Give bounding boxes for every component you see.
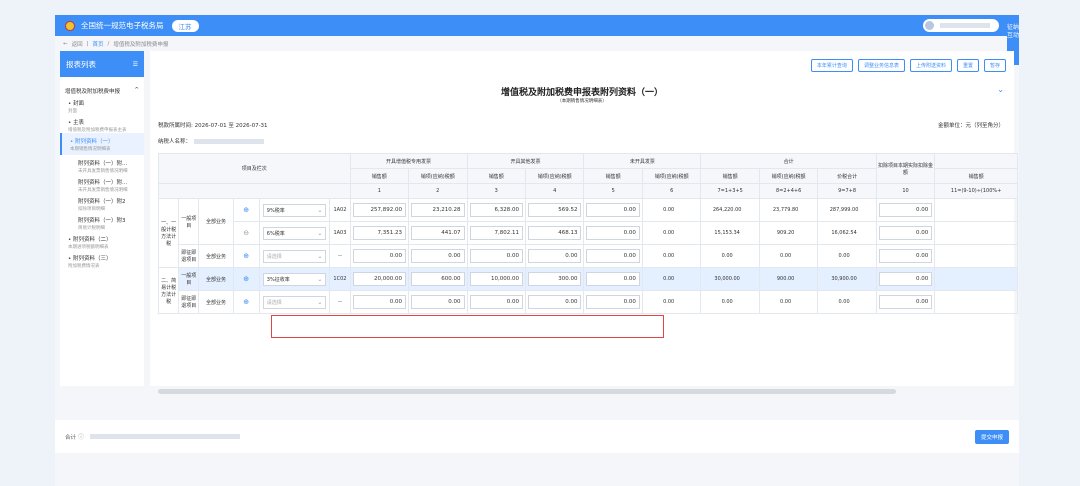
sidebar-item-main[interactable]: • 主表 增值税及附加税费申报表主表 [60,114,144,133]
item-column-header: 项目及栏次 [158,153,351,184]
reset-button[interactable]: 重置 [956,59,979,72]
table-row: 即征即退项目 全部业务 ⊕ 请选择 ⌄ -- 0.00 0.00 0.00 0.0… [159,244,1018,268]
total-label: 合计 [65,434,77,441]
back-link[interactable]: ← [63,41,68,47]
adjust-info-button[interactable]: 调整业务信息表 [857,59,905,72]
app-window: 全国统一规范电子税务局 江苏 征纳互动 ← 返回 | 首页 / 增值税及附加税费… [55,15,1019,486]
sidebar-item-schedule1-3[interactable]: 附列资料（一）附3 简易计税明细 [60,212,144,231]
breadcrumb: ← 返回 | 首页 / 增值税及附加税费申报 [63,40,169,48]
brand-title: 全国统一规范电子税务局 [81,21,164,30]
info-icon: ⓘ [78,434,85,441]
breadcrumb-home[interactable]: 首页 [92,40,103,48]
amount-input[interactable]: 0.00 [352,295,407,309]
table-row: 一、一般计税方法计税 一般项目 全部业务 ⊕ 9%税率 ⌄ 1A02 257,89… [157,198,1018,268]
deduction-input[interactable]: 0.00 [878,226,933,240]
sidebar-header: 报表列表 ☰ [60,51,144,77]
amount-input[interactable]: 441.07 [411,226,465,240]
sidebar-title: 报表列表 [66,59,96,69]
user-menu[interactable] [923,19,999,32]
amount-unit: 金额单位：元（列至角分） [937,123,1004,129]
chevron-down-icon[interactable]: ⌄ [997,85,1004,94]
add-row-icon[interactable]: ⊕ [243,206,249,214]
amount-input[interactable]: 0.00 [469,249,523,263]
form-title: 增值税及附加税费申报表附列资料（一） [500,88,663,98]
amount-input[interactable]: 0.00 [411,249,465,263]
sidebar-item-schedule1[interactable]: • 附列资料（一） 本期销售情况明细表 [60,133,144,155]
footer-bar: 合计 ⓘ 提交申报 [55,420,1019,453]
province-switch[interactable]: 江苏 [171,19,199,32]
masked-name [194,138,265,144]
total-masked [90,434,241,439]
deduction-input[interactable]: 0.00 [878,249,933,263]
tax-emblem-icon [65,20,75,31]
amount-input[interactable]: 23,210.28 [411,203,465,217]
amount-input[interactable]: 0.00 [586,295,640,309]
sidebar-item-schedule3[interactable]: • 附列资料（三） 附加税费情况表 [60,250,144,269]
avatar [925,21,934,30]
deduction-input[interactable]: 0.00 [878,203,933,217]
user-name-masked [940,23,990,28]
submit-button[interactable]: 提交申报 [974,429,1009,444]
chevron-up-icon: ^ [134,87,139,93]
add-row-icon[interactable]: ⊕ [243,275,249,283]
add-row-icon[interactable]: ⊕ [243,252,249,260]
amount-input[interactable]: 0.00 [586,203,640,217]
table-row-highlighted: 二、简易计税方法计税 一般项目 全部业务 ⊕ 3%征收率 ⌄ 1C02 20,00… [157,267,1018,314]
amount-input[interactable]: 569.52 [527,203,582,217]
back-label[interactable]: 返回 [72,40,83,48]
form-panel: 本年累计查询 调整业务信息表 上传附送资料 重置 暂存 增值税及附加税费申报表附… [150,51,1018,394]
amount-input[interactable]: 0.00 [527,295,582,309]
horizontal-scrollbar[interactable] [158,389,896,394]
tax-period: 税款所属时间: 2026-07-01 至 2026-07-31 [158,123,268,129]
rate-select[interactable]: 9%税率 ⌄ [262,203,327,217]
top-bar: 全国统一规范电子税务局 江苏 [55,15,1019,36]
annual-query-button[interactable]: 本年累计查询 [810,59,853,72]
rate-select[interactable]: 请选择 ⌄ [262,295,327,309]
form-subtitle: （本期销售情况明细表） [557,99,607,104]
amount-input[interactable]: 6,328.00 [469,203,523,217]
amount-input[interactable]: 20,000.00 [352,272,407,286]
table-row: 即征即退项目 全部业务 ⊕ 请选择 ⌄ -- 0.00 0.00 0.00 0.0… [159,290,1018,314]
save-draft-button[interactable]: 暂存 [983,59,1006,72]
rate-select[interactable]: 6%税率 ⌄ [262,226,327,240]
rate-select[interactable]: 请选择 ⌄ [262,249,327,263]
deduction-input[interactable]: 0.00 [878,272,933,286]
menu-icon[interactable]: ☰ [133,61,138,68]
taxpayer-name: 纳税人名称： [158,137,265,145]
remove-row-icon[interactable]: ⊖ [243,229,249,237]
amount-input[interactable]: 0.00 [586,249,640,263]
sidebar-item-schedule1-2[interactable]: 附列资料（一）附2 扣除项目明细 [60,193,144,212]
amount-input[interactable]: 0.00 [586,272,640,286]
report-list-sidebar: 报表列表 ☰ 增值税及附加税费申报 ^ • 封面 封面 • 主表 增值税及附加税费申报… [60,51,144,386]
highlight-box [271,315,664,338]
deduction-input[interactable]: 0.00 [878,295,933,309]
amount-input[interactable]: 468.13 [527,226,582,240]
amount-input[interactable]: 7,802.11 [469,226,523,240]
amount-input[interactable]: 0.00 [469,295,523,309]
table-row: ⊖ 6%税率 ⌄ 1A03 7,351.23 441.07 7,802.11 46… [159,221,1018,245]
amount-input[interactable]: 0.00 [352,249,407,263]
amount-input[interactable]: 7,351.23 [352,226,407,240]
add-row-icon[interactable]: ⊕ [243,298,249,306]
amount-input[interactable]: 257,892.00 [352,203,407,217]
sidebar-item-schedule2[interactable]: • 附列资料（二） 本期进项税额明细表 [60,231,144,250]
rate-select[interactable]: 3%征收率 ⌄ [262,272,327,286]
amount-input[interactable]: 0.00 [527,249,582,263]
amount-input[interactable]: 600.00 [411,272,465,286]
amount-input[interactable]: 0.00 [411,295,465,309]
breadcrumb-current: 增值税及附加税费申报 [113,41,169,48]
amount-input[interactable]: 0.00 [586,226,640,240]
amount-input[interactable]: 300.00 [527,272,582,286]
sidebar-item-cover[interactable]: • 封面 封面 [60,95,144,114]
sidebar-item-schedule1-a[interactable]: 附列资料（一）附... 未开具发票销售情况明细 [60,155,144,174]
sidebar-group[interactable]: 增值税及附加税费申报 ^ [60,77,144,95]
upload-docs-button[interactable]: 上传附送资料 [909,59,952,72]
amount-input[interactable]: 10,000.00 [469,272,523,286]
toolbar: 本年累计查询 调整业务信息表 上传附送资料 重置 暂存 [810,59,1006,72]
sidebar-item-schedule1-b[interactable]: 附列资料（一）附... 未开具发票销售情况明细 [60,174,144,193]
sales-detail-table: 项目及栏次 开具增值税专用发票 开具其他发票 未开具发票 合计 扣除项目本期实际… [157,153,1018,314]
